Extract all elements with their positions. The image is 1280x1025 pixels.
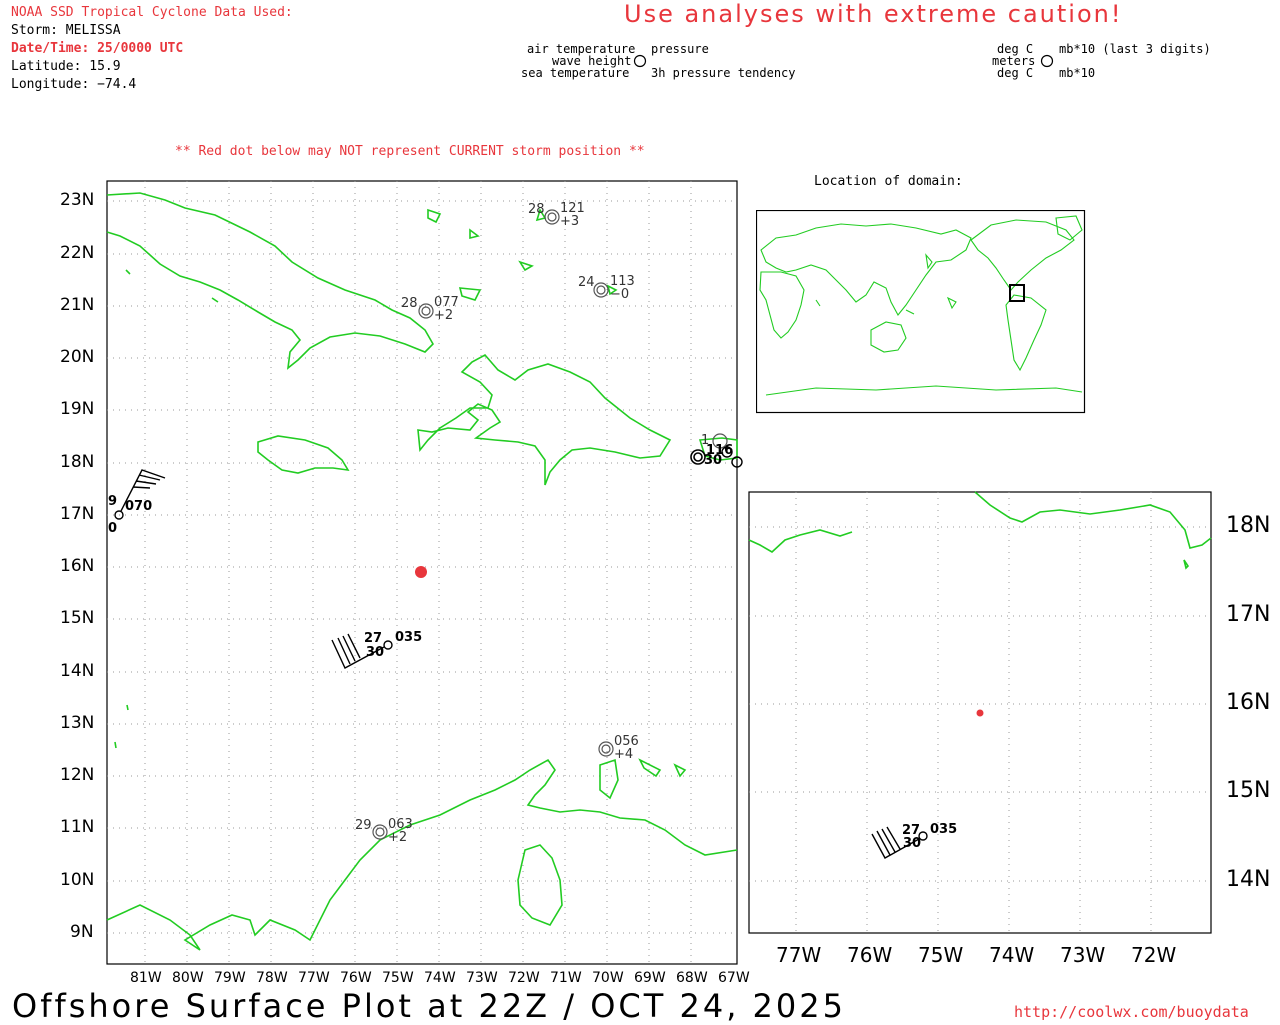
plot-title: Offshore Surface Plot at 22Z / OCT 24, 2… (12, 987, 846, 1025)
station-pressure: 035 (930, 822, 958, 837)
island-zoom (1183, 559, 1190, 570)
zoom-x-tick: 77W (776, 943, 822, 967)
zoom-y-tick: 18N (1226, 513, 1271, 538)
source-link[interactable]: http://coolwx.com/buoydata (1014, 1003, 1249, 1021)
zoom-x-tick: 74W (989, 943, 1035, 967)
storm-position-marker-zoom (976, 709, 984, 717)
zoom-x-tick: 72W (1131, 943, 1177, 967)
zoom-y-tick: 17N (1226, 602, 1271, 627)
zoom-x-tick: 76W (847, 943, 893, 967)
zoom-x-tick: 75W (918, 943, 964, 967)
zoom-y-tick: 14N (1226, 867, 1271, 892)
hispaniola-coastline-zoom (974, 491, 1212, 549)
zoom-y-tick: 15N (1226, 778, 1271, 803)
zoom-x-tick: 73W (1060, 943, 1106, 967)
zoom-map-coastlines (748, 491, 1212, 570)
zoom-y-tick: 16N (1226, 690, 1271, 715)
zoom-map (748, 491, 1212, 934)
jamaica-coastline-zoom (748, 529, 853, 553)
station-sea-temp: 30 (903, 836, 922, 851)
